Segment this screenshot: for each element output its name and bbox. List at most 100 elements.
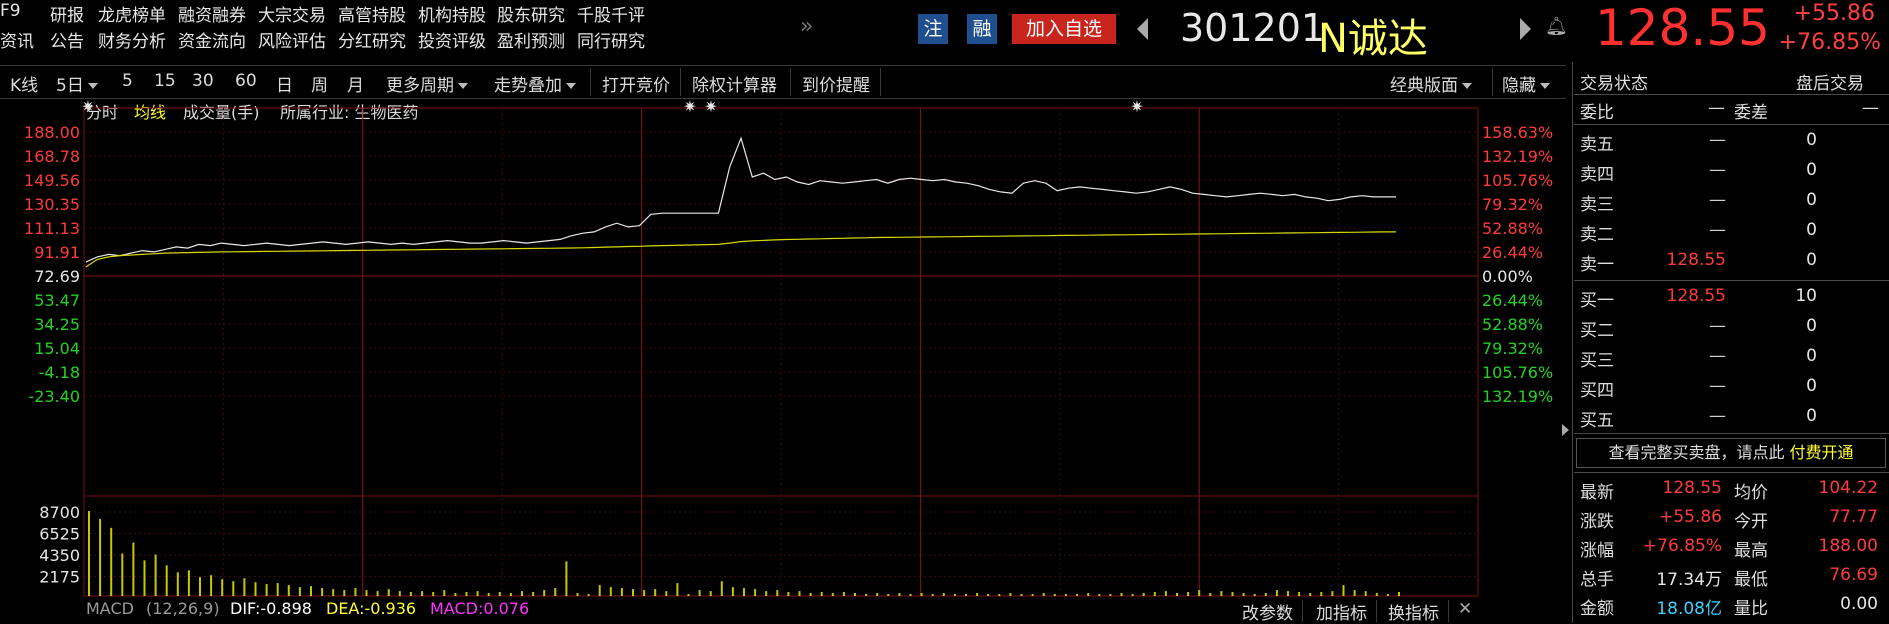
- volume-bar: [365, 590, 368, 596]
- volume-bar: [232, 581, 235, 596]
- ask-level-label: 卖二: [1580, 225, 1614, 245]
- volume-bar: [1309, 593, 1312, 596]
- period-button-0[interactable]: 5: [122, 71, 133, 91]
- more-period-dropdown[interactable]: 更多周期: [386, 71, 468, 96]
- volume-bar: [731, 587, 734, 596]
- price-alert-button[interactable]: 到价提醒: [802, 71, 870, 96]
- volume-bar: [1164, 591, 1167, 596]
- nav-link-2[interactable]: 龙虎榜单: [98, 1, 166, 26]
- volume-bar: [1198, 590, 1201, 596]
- nav-link-9[interactable]: 资讯: [0, 27, 34, 52]
- volume-bar: [632, 589, 634, 596]
- volume-bar: [942, 593, 945, 596]
- percent-tick-label: 132.19%: [1482, 147, 1553, 166]
- nav-link-0[interactable]: F9: [0, 1, 21, 21]
- volume-bar: [798, 591, 801, 596]
- bell-icon[interactable]: 🔔︎: [1545, 16, 1568, 37]
- chart-frame: [83, 107, 1479, 597]
- kline-button[interactable]: K线: [10, 71, 38, 96]
- period-button-4[interactable]: 日: [276, 71, 293, 96]
- volume-bar: [920, 593, 923, 596]
- volume-bar: [276, 583, 279, 596]
- volume-bar: [842, 592, 845, 596]
- price-tick-label: 130.35: [24, 195, 80, 214]
- period-button-5[interactable]: 周: [311, 71, 328, 96]
- stock-code: 301201: [1180, 6, 1326, 50]
- next-stock-icon[interactable]: [1520, 18, 1531, 40]
- volume-bar: [1031, 594, 1034, 596]
- stat-value: +76.85%: [1642, 536, 1722, 556]
- volume-bar: [532, 592, 535, 596]
- event-marker-icon: ✷: [81, 98, 94, 116]
- full-orderbook-promo[interactable]: 查看完整买卖盘，请点此 付费开通: [1576, 438, 1886, 468]
- nav-link-6[interactable]: 机构持股: [418, 1, 486, 26]
- volume-bar: [498, 592, 501, 596]
- auction-button[interactable]: 打开竞价: [602, 71, 670, 96]
- add-watchlist-button[interactable]: 加入自选: [1012, 14, 1116, 44]
- nav-link-10[interactable]: 公告: [50, 27, 84, 52]
- volume-bar: [743, 588, 745, 596]
- volume-bar: [121, 553, 124, 596]
- volume-bar: [398, 591, 401, 596]
- nav-link-14[interactable]: 分红研究: [338, 27, 406, 52]
- prev-stock-icon[interactable]: [1137, 18, 1148, 40]
- add-indicator-button[interactable]: 加指标: [1316, 599, 1367, 624]
- stat-value: 104.22: [1818, 478, 1878, 498]
- volume-bar: [587, 594, 590, 596]
- volume-bar: [1287, 591, 1289, 596]
- collapse-panel-icon[interactable]: [1562, 424, 1569, 436]
- bid-volume: 0: [1806, 316, 1817, 336]
- nav-link-11[interactable]: 财务分析: [98, 27, 166, 52]
- volume-tick-label: 8700: [39, 503, 80, 522]
- bid-volume: 0: [1806, 376, 1817, 396]
- period-select-label: 5日: [56, 76, 84, 96]
- volume-bar: [609, 587, 612, 596]
- period-select[interactable]: 5日: [56, 71, 98, 96]
- nav-link-15[interactable]: 投资评级: [418, 27, 486, 52]
- last-price: 128.55: [1595, 0, 1770, 57]
- nav-link-4[interactable]: 大宗交易: [258, 1, 326, 26]
- period-button-1[interactable]: 15: [154, 71, 176, 91]
- event-marker-icon: ✷: [683, 98, 696, 116]
- layout-dropdown[interactable]: 经典版面: [1390, 71, 1472, 96]
- nav-link-17[interactable]: 同行研究: [577, 27, 645, 52]
- bid-level-label: 买四: [1580, 381, 1614, 401]
- overlay-dropdown[interactable]: 走势叠加: [494, 71, 576, 96]
- price-tick-label: 34.25: [34, 315, 80, 334]
- bid-level-label: 买二: [1580, 321, 1614, 341]
- nav-link-1[interactable]: 研报: [50, 1, 84, 26]
- period-button-2[interactable]: 30: [192, 71, 214, 91]
- nav-link-3[interactable]: 融资融券: [178, 1, 246, 26]
- volume-bar: [1187, 592, 1190, 596]
- change-params-button[interactable]: 改参数: [1242, 599, 1293, 624]
- ask-price: 128.55: [1666, 250, 1726, 270]
- volume-bar: [1275, 590, 1278, 596]
- close-icon[interactable]: ✕: [1458, 599, 1472, 619]
- margin-badge-rong: 融: [967, 14, 997, 44]
- more-nav-icon[interactable]: »: [800, 14, 813, 39]
- period-button-3[interactable]: 60: [235, 71, 257, 91]
- nav-link-12[interactable]: 资金流向: [178, 27, 246, 52]
- nav-link-16[interactable]: 盈利预测: [497, 27, 565, 52]
- volume-bar: [665, 591, 668, 596]
- period-button-6[interactable]: 月: [347, 71, 364, 96]
- hide-dropdown[interactable]: 隐藏: [1502, 71, 1550, 96]
- percent-tick-label: 105.76%: [1482, 363, 1553, 382]
- price-tick-label: 168.78: [24, 147, 80, 166]
- stat-label: 最低: [1734, 570, 1768, 590]
- stat-value: 188.00: [1818, 536, 1878, 556]
- volume-bar: [154, 554, 157, 596]
- nav-link-7[interactable]: 股东研究: [497, 1, 565, 26]
- swap-indicator-button[interactable]: 换指标: [1388, 599, 1439, 624]
- volume-bar: [1064, 594, 1067, 596]
- volume-bar: [1098, 594, 1101, 596]
- nav-link-8[interactable]: 千股千评: [577, 1, 645, 26]
- nav-link-13[interactable]: 风险评估: [258, 27, 326, 52]
- percent-tick-label: 158.63%: [1482, 123, 1553, 142]
- paid-subscribe-link[interactable]: 付费开通: [1790, 443, 1854, 462]
- volume-tick-label: 4350: [39, 546, 80, 565]
- ex-rights-calculator-button[interactable]: 除权计算器: [692, 71, 777, 96]
- nav-link-5[interactable]: 高管持股: [338, 1, 406, 26]
- intraday-chart[interactable]: 188.00 168.78 149.56 130.35 111.13 91.91 72.69…: [0, 98, 1566, 623]
- volume-bar: [1364, 591, 1367, 596]
